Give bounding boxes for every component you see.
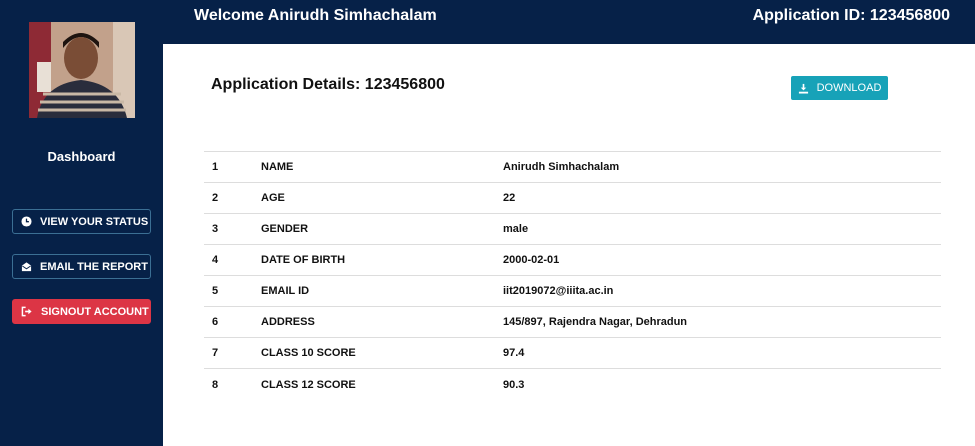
- table-row: 4 DATE OF BIRTH 2000-02-01: [204, 245, 941, 276]
- download-button[interactable]: DOWNLOAD: [791, 76, 888, 100]
- download-icon: [798, 83, 808, 94]
- row-number: 1: [212, 161, 219, 173]
- table-row: 8 CLASS 12 SCORE 90.3: [204, 369, 941, 400]
- dashboard-title: Dashboard: [47, 149, 116, 164]
- row-field: DATE OF BIRTH: [261, 254, 346, 266]
- email-report-button[interactable]: EMAIL THE REPORT: [12, 254, 151, 279]
- details-table: 1 NAME Anirudh Simhachalam 2 AGE 22 3 GE…: [204, 151, 941, 400]
- envelope-open-icon: [21, 262, 32, 272]
- row-number: 8: [212, 378, 219, 391]
- row-value: 90.3: [503, 378, 525, 391]
- row-value: 22: [503, 192, 516, 204]
- view-status-label: VIEW YOUR STATUS: [40, 215, 149, 228]
- welcome-text: Welcome Anirudh Simhachalam: [194, 7, 437, 24]
- email-report-label: EMAIL THE REPORT: [40, 260, 148, 273]
- row-field: GENDER: [261, 223, 309, 235]
- table-row: 2 AGE 22: [204, 183, 941, 214]
- table-row: 6 ADDRESS 145/897, Rajendra Nagar, Dehra…: [204, 307, 941, 338]
- row-value: iit2019072@iiita.ac.in: [503, 285, 614, 297]
- signout-button[interactable]: SIGNOUT ACCOUNT: [12, 299, 151, 324]
- row-field: CLASS 12 SCORE: [261, 378, 356, 391]
- row-number: 4: [212, 254, 219, 266]
- clock-icon: [21, 216, 32, 227]
- page-title: Application Details: 123456800: [211, 76, 445, 93]
- profile-photo: [29, 22, 135, 118]
- view-status-button[interactable]: VIEW YOUR STATUS: [12, 209, 151, 234]
- application-id: Application ID: 123456800: [752, 7, 950, 24]
- row-number: 2: [212, 192, 219, 204]
- row-field: CLASS 10 SCORE: [261, 347, 356, 359]
- table-row: 5 EMAIL ID iit2019072@iiita.ac.in: [204, 276, 941, 307]
- table-row: 1 NAME Anirudh Simhachalam: [204, 152, 941, 183]
- sidebar: Dashboard VIEW YOUR STATUS EMAIL THE REP…: [0, 0, 163, 446]
- row-value: 145/897, Rajendra Nagar, Dehradun: [503, 316, 688, 328]
- row-value: male: [503, 223, 529, 235]
- row-field: EMAIL ID: [261, 285, 310, 297]
- row-value: 2000-02-01: [503, 254, 560, 266]
- row-field: NAME: [261, 161, 294, 173]
- table-row: 7 CLASS 10 SCORE 97.4: [204, 338, 941, 369]
- signout-label: SIGNOUT ACCOUNT: [41, 305, 149, 318]
- download-label: DOWNLOAD: [816, 82, 882, 94]
- row-number: 3: [212, 223, 219, 235]
- row-number: 5: [212, 285, 219, 297]
- row-value: Anirudh Simhachalam: [503, 161, 620, 173]
- top-bar: Welcome Anirudh Simhachalam Application …: [163, 0, 975, 44]
- avatar: [29, 22, 135, 118]
- row-number: 7: [212, 347, 219, 359]
- row-number: 6: [212, 316, 219, 328]
- sign-out-icon: [21, 306, 32, 317]
- table-row: 3 GENDER male: [204, 214, 941, 245]
- row-field: ADDRESS: [261, 316, 315, 328]
- row-value: 97.4: [503, 347, 525, 359]
- row-field: AGE: [261, 192, 285, 204]
